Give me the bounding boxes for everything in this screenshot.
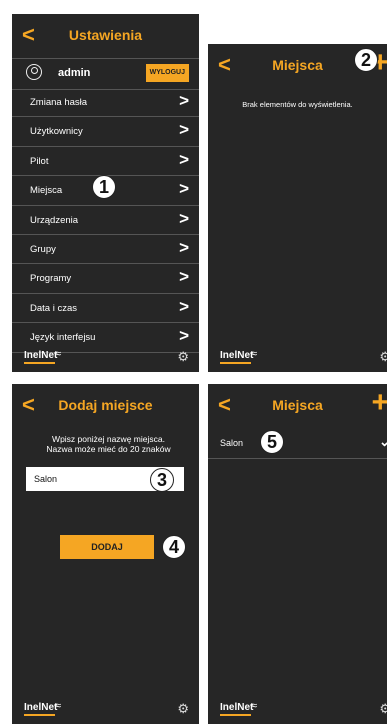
menu-item-label: Pilot	[30, 155, 49, 167]
username: admin	[58, 67, 91, 79]
footer: InelNet ≈ ⚙	[12, 696, 199, 724]
place-label: Salon	[220, 438, 244, 448]
menu-item-label: Język interfejsu	[30, 332, 96, 344]
step-badge-5: 5	[260, 430, 284, 454]
menu-item-label: Programy	[30, 273, 72, 285]
logout-button[interactable]: WYLOGUJ	[145, 64, 189, 82]
chevron-right-icon: >	[179, 120, 189, 140]
chevron-right-icon: >	[179, 179, 189, 199]
chevron-right-icon: >	[179, 267, 189, 287]
add-button[interactable]: DODAJ	[60, 535, 154, 559]
menu-item-grupy[interactable]: Grupy >	[12, 235, 199, 265]
instruction-line-2: Nazwa może mieć do 20 znaków	[46, 444, 171, 454]
list-item[interactable]: Salon ⌄	[208, 428, 387, 459]
step-badge-1: 1	[92, 175, 116, 199]
menu-item-label: Data i czas	[30, 302, 77, 314]
empty-message: Brak elementów do wyświetlenia.	[242, 100, 353, 109]
wifi-icon: ≈	[55, 700, 62, 712]
gear-icon[interactable]: ⚙	[177, 701, 189, 717]
gear-icon[interactable]: ⚙	[379, 701, 387, 717]
add-place-screen: < Dodaj miejsce Wpisz poniżej nazwę miej…	[12, 384, 199, 724]
chevron-right-icon: >	[179, 326, 189, 346]
chevron-right-icon: >	[179, 237, 189, 257]
footer: InelNet ≈ ⚙	[208, 344, 387, 372]
menu-item-label: Użytkownicy	[30, 126, 83, 138]
gear-icon[interactable]: ⚙	[177, 349, 189, 365]
header: < Miejsca +	[208, 384, 387, 428]
wifi-icon: ≈	[55, 348, 62, 360]
footer: InelNet ≈ ⚙	[12, 344, 199, 372]
chevron-right-icon: >	[179, 149, 189, 169]
chevron-down-icon[interactable]: ⌄	[379, 434, 387, 450]
menu-item-zmiana-hasla[interactable]: Zmiana hasła >	[12, 88, 199, 118]
page-title: Dodaj miejsce	[58, 397, 153, 413]
places-empty-screen: < Miejsca + Brak elementów do wyświetlen…	[208, 44, 387, 372]
inelnet-logo: InelNet	[220, 350, 254, 364]
chevron-right-icon: >	[179, 208, 189, 228]
chevron-right-icon: >	[179, 296, 189, 316]
places-list-screen: < Miejsca + Salon ⌄ InelNet ≈ ⚙ 5	[208, 384, 387, 724]
step-badge-4: 4	[162, 535, 186, 559]
wifi-icon: ≈	[251, 348, 258, 360]
wifi-icon: ≈	[251, 700, 258, 712]
step-badge-3: 3	[150, 468, 174, 492]
inelnet-logo: InelNet	[24, 702, 58, 716]
step-badge-2: 2	[354, 48, 378, 72]
instruction-text: Wpisz poniżej nazwę miejsca. Nazwa może …	[22, 434, 195, 454]
menu-item-label: Grupy	[30, 243, 56, 255]
menu-item-urzadzenia[interactable]: Urządzenia >	[12, 206, 199, 235]
menu-item-label: Miejsca	[30, 185, 63, 197]
menu-item-label: Zmiana hasła	[30, 97, 88, 108]
instruction-line-1: Wpisz poniżej nazwę miejsca.	[52, 434, 165, 444]
user-icon	[26, 64, 42, 80]
menu-item-uzytkownicy[interactable]: Użytkownicy >	[12, 117, 199, 147]
settings-screen: < Ustawienia admin WYLOGUJ Zmiana hasła >…	[12, 14, 199, 372]
page-title: Ustawienia	[68, 27, 143, 43]
header: < Dodaj miejsce	[12, 384, 199, 428]
inelnet-logo: InelNet	[220, 702, 254, 716]
menu-item-label: Urządzenia	[30, 214, 79, 226]
menu-item-pilot[interactable]: Pilot >	[12, 147, 199, 177]
header: < Ustawienia	[12, 14, 199, 58]
inelnet-logo: InelNet	[24, 350, 58, 364]
user-bar: admin WYLOGUJ	[12, 58, 199, 90]
gear-icon[interactable]: ⚙	[379, 349, 387, 365]
add-place-button[interactable]: +	[371, 388, 387, 418]
footer: InelNet ≈ ⚙	[208, 696, 387, 724]
page-title: Miejsca	[272, 397, 323, 413]
menu-item-data-i-czas[interactable]: Data i czas >	[12, 294, 199, 324]
chevron-right-icon: >	[179, 91, 189, 110]
settings-menu: Zmiana hasła > Użytkownicy > Pilot > Miejsc…	[12, 88, 199, 353]
menu-item-programy[interactable]: Programy >	[12, 264, 199, 294]
